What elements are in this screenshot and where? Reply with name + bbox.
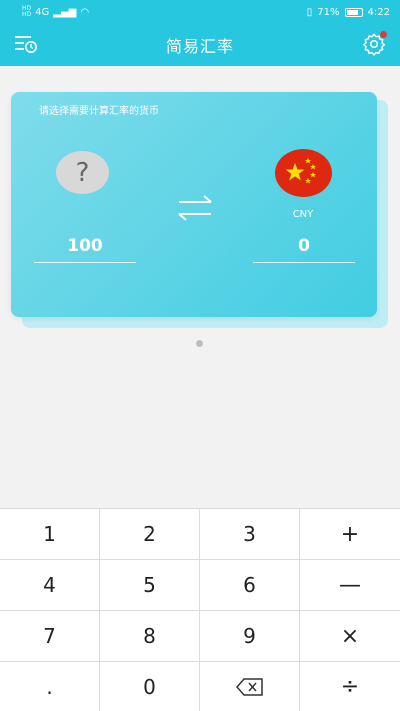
question-mark-icon: ? <box>75 157 90 188</box>
notification-dot <box>380 31 387 38</box>
to-amount-field[interactable]: 0 <box>253 236 355 263</box>
from-currency-selector[interactable]: ? <box>56 151 109 194</box>
key-5[interactable]: 5 <box>100 560 200 611</box>
key-minus[interactable]: — <box>300 560 400 611</box>
key-2[interactable]: 2 <box>100 509 200 560</box>
china-flag-stars <box>285 158 316 184</box>
key-plus[interactable]: + <box>300 509 400 560</box>
backspace-icon <box>235 677 263 696</box>
key-decimal[interactable]: . <box>0 662 100 711</box>
battery-percent: 71% <box>317 6 340 18</box>
settings-button[interactable] <box>362 31 387 57</box>
status-right: ▯ 71% 4:22 <box>307 7 390 18</box>
key-0[interactable]: 0 <box>100 662 200 711</box>
status-bar: HD HD 4G ▂▄▆ ◠ ▯ 71% 4:22 <box>0 0 400 24</box>
page-title: 简易汇率 <box>165 37 234 56</box>
wifi-icon: ◠ <box>80 6 90 18</box>
history-clock-icon[interactable] <box>14 34 38 54</box>
key-4[interactable]: 4 <box>0 560 100 611</box>
select-currency-hint: 请选择需要计算汇率的货币 <box>39 106 159 117</box>
battery-icon <box>344 7 363 17</box>
key-8[interactable]: 8 <box>100 611 200 662</box>
app-header: 简易汇率 <box>0 24 400 66</box>
key-3[interactable]: 3 <box>200 509 300 560</box>
key-1[interactable]: 1 <box>0 509 100 560</box>
hd-tag-2: HD <box>22 11 32 18</box>
to-currency-code: CNY <box>292 209 314 220</box>
status-left: HD HD 4G ▂▄▆ ◠ <box>22 6 89 18</box>
key-divide[interactable]: ÷ <box>300 662 400 711</box>
hd-tags: HD HD <box>22 6 31 18</box>
number-keypad: 1 2 3 + 4 5 6 — 7 8 9 × . 0 ÷ <box>0 508 400 711</box>
swap-arrows-icon[interactable] <box>176 193 214 223</box>
key-multiply[interactable]: × <box>300 611 400 662</box>
from-amount-field[interactable]: 100 <box>34 236 136 263</box>
clock-time: 4:22 <box>367 6 390 18</box>
signal-icon: ▂▄▆ <box>53 6 77 18</box>
key-9[interactable]: 9 <box>200 611 300 662</box>
vibrate-icon: ▯ <box>306 6 313 18</box>
converter-card: 请选择需要计算汇率的货币 ? CNY 100 0 <box>11 92 377 317</box>
key-6[interactable]: 6 <box>200 560 300 611</box>
page-indicator-dot <box>196 340 203 347</box>
key-7[interactable]: 7 <box>0 611 100 662</box>
backspace-key[interactable] <box>200 662 300 711</box>
china-flag-icon[interactable] <box>275 149 332 197</box>
signal-text: 4G <box>35 6 50 18</box>
